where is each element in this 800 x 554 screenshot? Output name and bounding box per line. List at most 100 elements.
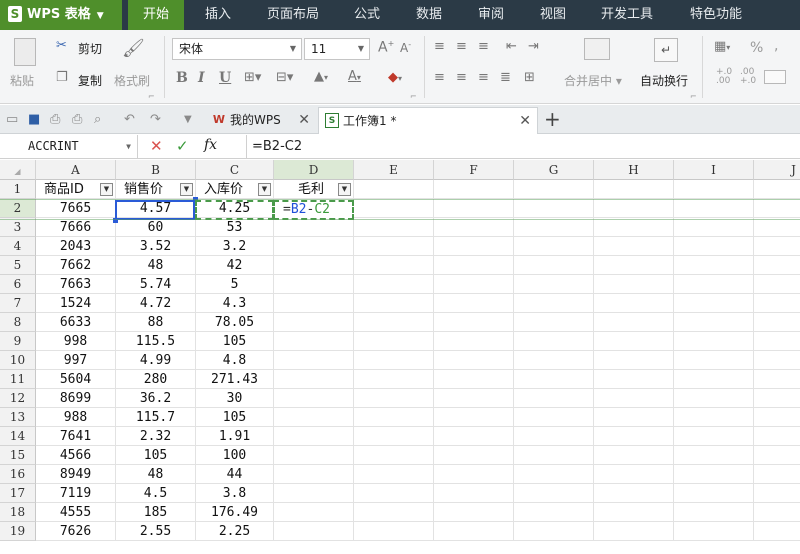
format-painter-button[interactable]: 格式刷	[114, 72, 150, 89]
empty-cell[interactable]	[594, 275, 674, 294]
table-cell[interactable]	[274, 389, 354, 408]
empty-cell[interactable]	[754, 408, 800, 427]
empty-cell[interactable]	[754, 275, 800, 294]
empty-cell[interactable]	[434, 294, 514, 313]
table-cell[interactable]: 105	[196, 332, 274, 351]
table-cell[interactable]	[274, 275, 354, 294]
border-icon[interactable]: ⊞▾	[244, 70, 261, 85]
column-header-f[interactable]: F	[434, 160, 514, 180]
percent-button[interactable]: %	[750, 40, 763, 56]
empty-cell[interactable]	[434, 275, 514, 294]
column-header-i[interactable]: I	[674, 160, 754, 180]
select-all-corner[interactable]: ◢	[0, 160, 36, 180]
justify-icon[interactable]: ≣	[500, 70, 511, 85]
column-header-d[interactable]: D	[274, 160, 354, 180]
empty-cell[interactable]	[594, 503, 674, 522]
empty-cell[interactable]	[514, 275, 594, 294]
empty-cell[interactable]	[674, 389, 754, 408]
print-icon[interactable]: ⎙	[72, 112, 82, 127]
doc-tab-my-wps[interactable]: W 我的WPS ✕	[206, 107, 314, 134]
align-bottom-icon[interactable]: ≡	[478, 39, 489, 54]
tab-page-layout[interactable]: 页面布局	[254, 0, 332, 30]
table-cell[interactable]: 7662	[36, 256, 116, 275]
close-icon[interactable]: ✕	[298, 107, 310, 133]
table-cell[interactable]	[274, 370, 354, 389]
insert-function-icon[interactable]: fx	[204, 137, 217, 153]
empty-cell[interactable]	[594, 465, 674, 484]
empty-cell[interactable]	[674, 180, 754, 199]
table-cell[interactable]	[274, 237, 354, 256]
close-icon[interactable]: ✕	[519, 108, 531, 134]
empty-cell[interactable]	[514, 351, 594, 370]
empty-cell[interactable]	[594, 237, 674, 256]
empty-cell[interactable]	[674, 256, 754, 275]
empty-cell[interactable]	[434, 332, 514, 351]
table-cell[interactable]: 36.2	[116, 389, 196, 408]
row-header[interactable]: 8	[0, 313, 36, 332]
table-cell[interactable]	[274, 465, 354, 484]
row-header[interactable]: 13	[0, 408, 36, 427]
empty-cell[interactable]	[674, 408, 754, 427]
underline-icon[interactable]: U	[219, 70, 231, 86]
filter-dropdown-icon[interactable]: ▼	[180, 183, 193, 196]
empty-cell[interactable]	[514, 199, 594, 218]
empty-cell[interactable]	[674, 484, 754, 503]
italic-icon[interactable]: I	[198, 70, 205, 86]
table-cell[interactable]: 88	[116, 313, 196, 332]
empty-cell[interactable]	[354, 389, 434, 408]
undo-icon[interactable]: ↶	[124, 112, 135, 127]
empty-cell[interactable]	[754, 332, 800, 351]
currency-icon[interactable]: ▦▾	[714, 39, 730, 54]
tab-developer[interactable]: 开发工具	[588, 0, 666, 30]
empty-cell[interactable]	[674, 351, 754, 370]
table-header-cell[interactable]: 入库价 ▼	[196, 180, 274, 199]
empty-cell[interactable]	[514, 465, 594, 484]
row-header[interactable]: 11	[0, 370, 36, 389]
table-cell[interactable]: 2.25	[196, 522, 274, 541]
table-cell[interactable]	[274, 256, 354, 275]
empty-cell[interactable]	[674, 446, 754, 465]
empty-cell[interactable]	[354, 275, 434, 294]
increase-font-icon[interactable]: A+	[378, 39, 394, 56]
paste-button[interactable]: 粘贴	[10, 72, 34, 89]
font-size-select[interactable]: 11 ▼	[304, 38, 370, 60]
empty-cell[interactable]	[674, 332, 754, 351]
empty-cell[interactable]	[754, 351, 800, 370]
row-header[interactable]: 14	[0, 427, 36, 446]
empty-cell[interactable]	[514, 522, 594, 541]
table-cell[interactable]: 60	[116, 218, 196, 237]
font-color-icon[interactable]: A▾	[348, 69, 361, 84]
empty-cell[interactable]	[754, 522, 800, 541]
row-header[interactable]: 18	[0, 503, 36, 522]
table-cell[interactable]	[274, 427, 354, 446]
empty-cell[interactable]	[354, 256, 434, 275]
empty-cell[interactable]	[514, 389, 594, 408]
table-cell[interactable]: 105	[196, 408, 274, 427]
formula-input[interactable]: =B2-C2	[246, 135, 800, 158]
empty-cell[interactable]	[434, 351, 514, 370]
tab-insert[interactable]: 插入	[192, 0, 244, 30]
copy-button[interactable]: 复制	[78, 72, 102, 89]
empty-cell[interactable]	[514, 237, 594, 256]
empty-cell[interactable]	[514, 446, 594, 465]
table-header-cell[interactable]: 毛利 ▼	[274, 180, 354, 199]
table-cell[interactable]: 271.43	[196, 370, 274, 389]
name-box[interactable]: ACCRINT ▼	[0, 135, 138, 158]
empty-cell[interactable]	[354, 465, 434, 484]
empty-cell[interactable]	[434, 446, 514, 465]
empty-cell[interactable]	[674, 503, 754, 522]
empty-cell[interactable]	[434, 237, 514, 256]
app-menu-button[interactable]: S WPS 表格 ▼	[0, 0, 122, 30]
empty-cell[interactable]	[754, 294, 800, 313]
customize-toolbar-icon[interactable]: ▼	[184, 114, 192, 125]
empty-cell[interactable]	[674, 199, 754, 218]
table-cell[interactable]: 2.32	[116, 427, 196, 446]
font-name-select[interactable]: 宋体 ▼	[172, 38, 302, 60]
table-cell[interactable]: 48	[116, 465, 196, 484]
empty-cell[interactable]	[514, 427, 594, 446]
empty-cell[interactable]	[594, 332, 674, 351]
empty-cell[interactable]	[434, 465, 514, 484]
empty-cell[interactable]	[514, 408, 594, 427]
empty-cell[interactable]	[674, 465, 754, 484]
tab-review[interactable]: 审阅	[464, 0, 518, 30]
